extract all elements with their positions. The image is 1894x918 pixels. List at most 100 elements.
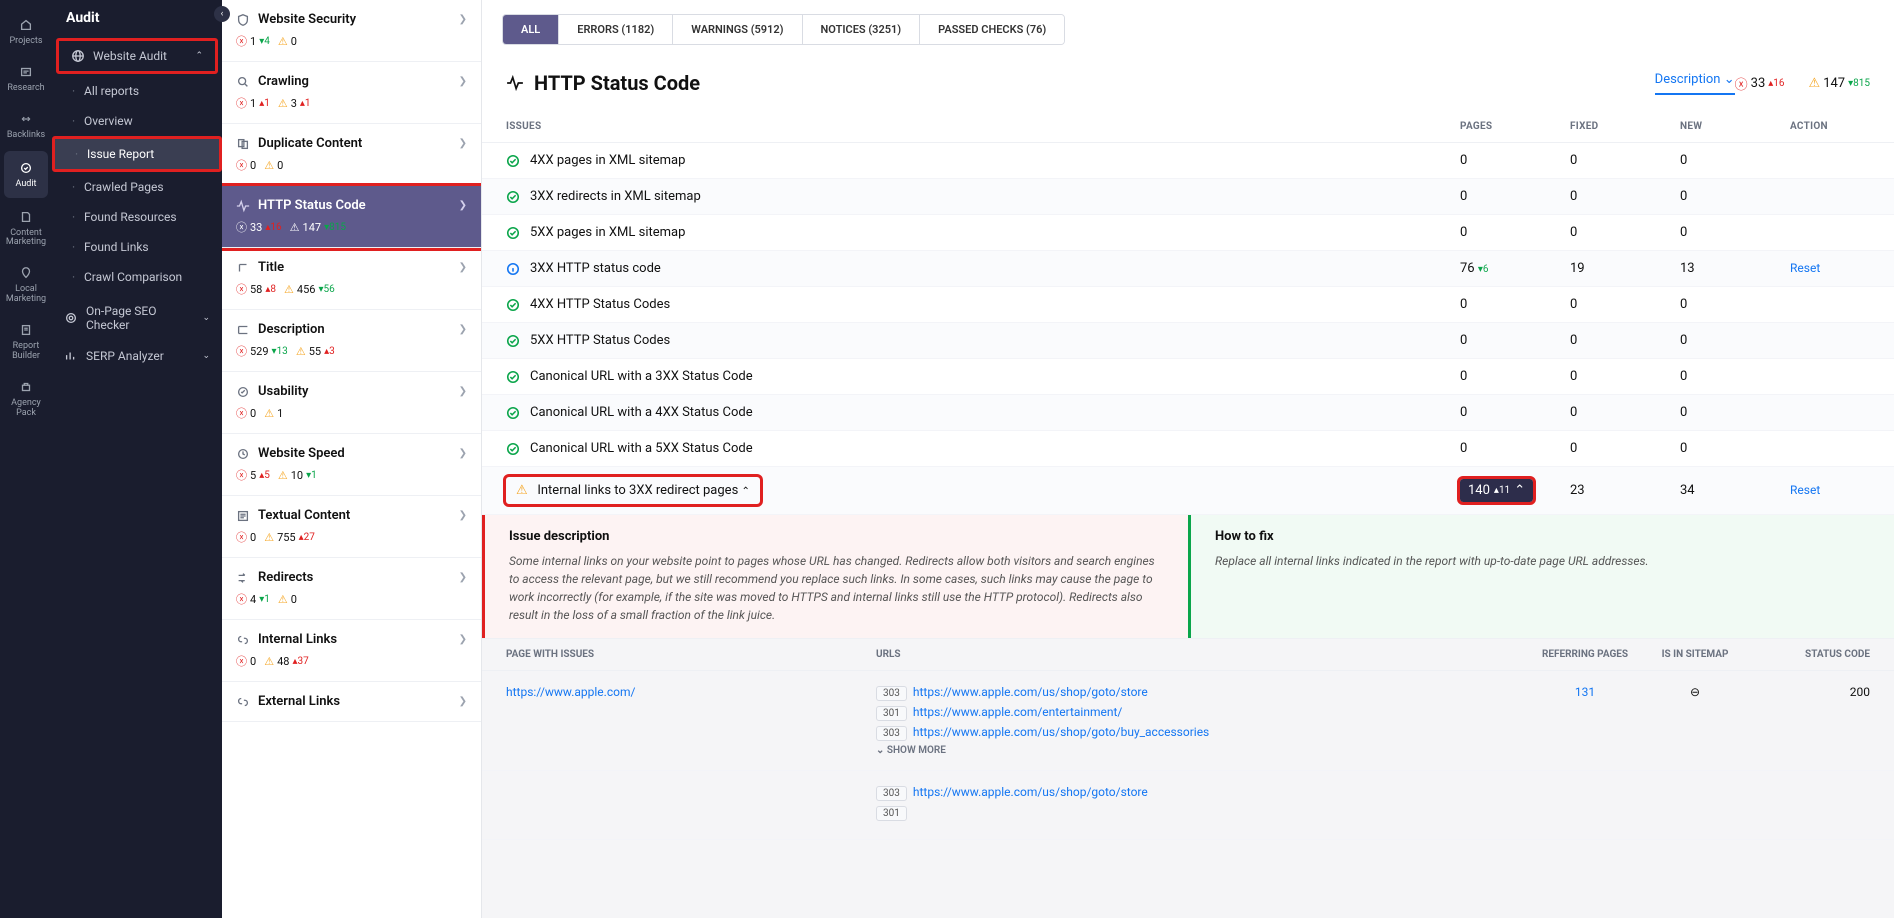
fixed-cell: 0 <box>1570 333 1680 348</box>
category-icon <box>236 13 250 27</box>
issue-name: 4XX HTTP Status Codes <box>530 297 670 312</box>
rail-research[interactable]: Research <box>0 55 52 102</box>
rail-report[interactable]: ReportBuilder <box>0 313 52 370</box>
issue-name: Canonical URL with a 5XX Status Code <box>530 441 753 456</box>
issue-row[interactable]: 3XX HTTP status code 76 ▾6 19 13 Reset <box>482 251 1894 287</box>
issue-row[interactable]: Canonical URL with a 4XX Status Code 0 0… <box>482 395 1894 431</box>
category-external-links[interactable]: External Links ❯ <box>222 682 481 722</box>
nav-item-found-resources[interactable]: Found Resources <box>52 202 222 232</box>
issue-row[interactable]: ⚠ Internal links to 3XX redirect pages ⌃… <box>482 467 1894 515</box>
referring-pages[interactable]: 131 <box>1530 685 1640 756</box>
local-icon <box>17 264 35 282</box>
category-duplicate-content[interactable]: Duplicate Content ❯ ⓧ 0 ⚠ 0 <box>222 124 481 186</box>
check-icon <box>506 334 520 348</box>
warning-icon: ⚠ <box>264 655 274 668</box>
url-link[interactable]: https://www.apple.com/us/shop/goto/store <box>913 685 1148 699</box>
new-cell: 0 <box>1680 441 1790 456</box>
chevron-right-icon: ❯ <box>459 448 467 459</box>
rail-audit[interactable]: Audit <box>4 151 48 198</box>
nav-label: Website Audit <box>93 49 167 63</box>
url-link[interactable]: https://www.apple.com/us/shop/goto/buy_a… <box>913 725 1209 739</box>
tab-errors[interactable]: ERRORS (1182) <box>559 15 673 44</box>
referring-pages[interactable] <box>1530 785 1640 825</box>
url-link[interactable]: https://www.apple.com/entertainment/ <box>913 705 1122 719</box>
url-link[interactable]: https://www.apple.com/us/shop/goto/store <box>913 785 1148 799</box>
category-title[interactable]: Title ❯ ⓧ 58 ▴8 ⚠ 456 ▾56 <box>222 248 481 310</box>
http-code-badge: 303 <box>876 786 907 801</box>
pages-cell: 140 ▴11 ⌃ <box>1460 479 1570 502</box>
nav-serp-analyzer[interactable]: SERP Analyzer ⌄ <box>52 341 222 371</box>
fixed-cell: 0 <box>1570 369 1680 384</box>
nav-label: SERP Analyzer <box>86 349 164 363</box>
category-icon <box>236 385 250 399</box>
issue-row[interactable]: 5XX pages in XML sitemap 0 0 0 <box>482 215 1894 251</box>
nav-label: All reports <box>84 84 139 98</box>
category-textual-content[interactable]: Textual Content ❯ ⓧ 0 ⚠ 755 ▴27 <box>222 496 481 558</box>
rail-content[interactable]: ContentMarketing <box>0 200 52 257</box>
report-icon <box>17 321 35 339</box>
category-title: Website Security <box>258 12 356 27</box>
detail-table-header: PAGE WITH ISSUES URLS REFERRING PAGES IS… <box>482 639 1894 671</box>
http-code-badge: 303 <box>876 726 907 741</box>
new-cell: 0 <box>1680 369 1790 384</box>
reset-link[interactable]: Reset <box>1790 261 1820 275</box>
nav-item-crawled-pages[interactable]: Crawled Pages <box>52 172 222 202</box>
error-icon: ⓧ <box>236 157 247 173</box>
tab-all[interactable]: ALL <box>503 15 559 44</box>
category-redirects[interactable]: Redirects ❯ ⓧ 4 ▾1 ⚠ 0 <box>222 558 481 620</box>
warning-icon: ⚠ <box>264 407 274 420</box>
issue-row[interactable]: 3XX redirects in XML sitemap 0 0 0 <box>482 179 1894 215</box>
category-crawling[interactable]: Crawling ❯ ⓧ 1 ▴1 ⚠ 3 ▴1 <box>222 62 481 124</box>
nav-item-overview[interactable]: Overview <box>52 106 222 136</box>
http-code-badge: 303 <box>876 686 907 701</box>
category-website-speed[interactable]: Website Speed ❯ ⓧ 5 ▴5 ⚠ 10 ▾1 <box>222 434 481 496</box>
guide-fix-text: Replace all internal links indicated in … <box>1215 552 1870 570</box>
tab-passed[interactable]: PASSED CHECKS (76) <box>920 15 1064 44</box>
rail-label: Backlinks <box>7 131 45 141</box>
nav-website-audit[interactable]: Website Audit ⌃ <box>59 41 215 71</box>
category-icon <box>236 509 250 523</box>
issue-row[interactable]: 4XX pages in XML sitemap 0 0 0 <box>482 143 1894 179</box>
tab-warnings[interactable]: WARNINGS (5912) <box>673 15 802 44</box>
chevron-right-icon: ❯ <box>459 14 467 25</box>
rail-local[interactable]: LocalMarketing <box>0 256 52 313</box>
category-internal-links[interactable]: Internal Links ❯ ⓧ 0 ⚠ 48 ▴37 <box>222 620 481 682</box>
reset-link[interactable]: Reset <box>1790 483 1820 497</box>
page-link[interactable]: https://www.apple.com/ <box>506 685 635 699</box>
chevron-up-icon: ⌃ <box>742 486 750 497</box>
category-stats: ⓧ 0 ⚠ 755 ▴27 <box>236 529 467 545</box>
new-cell: 0 <box>1680 153 1790 168</box>
agency-icon <box>17 378 35 396</box>
nav-item-all-reports[interactable]: All reports <box>52 76 222 106</box>
category-usability[interactable]: Usability ❯ ⓧ 0 ⚠ 1 <box>222 372 481 434</box>
category-website-security[interactable]: Website Security ❯ ⓧ 1 ▾4 ⚠ 0 <box>222 0 481 62</box>
warning-icon: ⚠ <box>264 159 274 172</box>
show-more-button[interactable]: ⌄ SHOW MORE <box>876 745 1530 756</box>
category-stats: ⓧ 5 ▴5 ⚠ 10 ▾1 <box>236 467 467 483</box>
rail-backlinks[interactable]: Backlinks <box>0 102 52 149</box>
nav-onpage-seo[interactable]: On-Page SEO Checker ⌄ <box>52 296 222 341</box>
tab-notices[interactable]: NOTICES (3251) <box>803 15 921 44</box>
chevron-down-icon: ⌄ <box>202 313 210 323</box>
fixed-cell: 0 <box>1570 405 1680 420</box>
nav-item-crawl-comparison[interactable]: Crawl Comparison <box>52 262 222 292</box>
rail-projects[interactable]: Projects <box>0 8 52 55</box>
category-http-status-code[interactable]: HTTP Status Code ❯ ⓧ 33 ▴16 ⚠ 147 ▾815 <box>222 186 481 248</box>
target-icon <box>64 311 78 325</box>
issue-name: Canonical URL with a 3XX Status Code <box>530 369 753 384</box>
issue-name: 3XX redirects in XML sitemap <box>530 189 701 204</box>
category-panel: Website Security ❯ ⓧ 1 ▾4 ⚠ 0 Crawling ❯… <box>222 0 482 918</box>
issue-row[interactable]: Canonical URL with a 3XX Status Code 0 0… <box>482 359 1894 395</box>
nav-item-found-links[interactable]: Found Links <box>52 232 222 262</box>
category-icon <box>236 323 250 337</box>
category-stats: ⓧ 0 ⚠ 48 ▴37 <box>236 653 467 669</box>
issue-row[interactable]: 5XX HTTP Status Codes 0 0 0 <box>482 323 1894 359</box>
rail-agency[interactable]: AgencyPack <box>0 370 52 427</box>
nav-item-issue-report[interactable]: Issue Report <box>52 136 222 172</box>
issue-row[interactable]: Canonical URL with a 5XX Status Code 0 0… <box>482 431 1894 467</box>
check-icon <box>506 406 520 420</box>
issue-row[interactable]: 4XX HTTP Status Codes 0 0 0 <box>482 287 1894 323</box>
category-description[interactable]: Description ❯ ⓧ 529 ▾13 ⚠ 55 ▴3 <box>222 310 481 372</box>
category-title: Description <box>258 322 325 337</box>
sort-dropdown[interactable]: Description ⌄ <box>1655 72 1735 95</box>
